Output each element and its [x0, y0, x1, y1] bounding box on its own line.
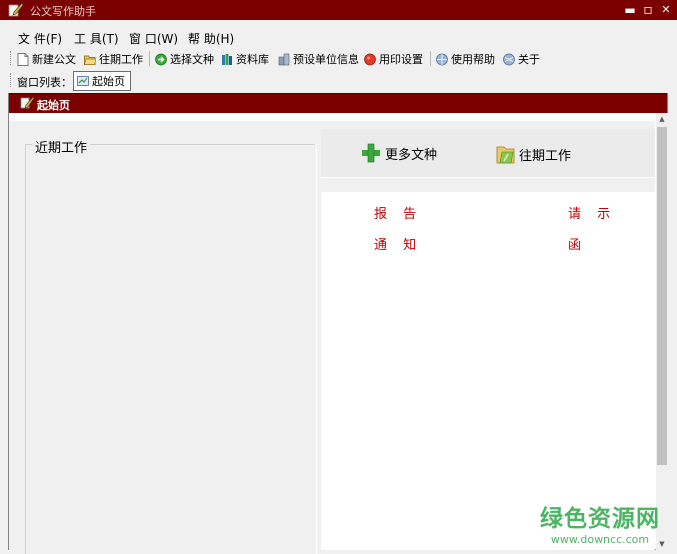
window-list-bar: 窗口列表： 起始页 — [0, 70, 677, 92]
toolbar-grip[interactable] — [10, 51, 13, 65]
seal-settings-label: 用印设置 — [379, 53, 423, 66]
doc-type-report[interactable]: 报 告 — [374, 203, 422, 222]
window-list-grip[interactable] — [10, 73, 13, 87]
watermark: 绿色资源网 www.downcc.com — [540, 499, 660, 546]
help-button[interactable]: 使用帮助 — [436, 51, 495, 67]
menu-help[interactable]: 帮 助(H) — [188, 30, 234, 47]
select-type-button[interactable]: 选择文种 — [155, 51, 214, 67]
watermark-url: www.downcc.com — [550, 533, 650, 546]
new-doc-button[interactable]: 新建公文 — [17, 51, 76, 67]
start-page-icon — [77, 76, 89, 86]
green-plus-icon — [362, 143, 380, 163]
help-label: 使用帮助 — [451, 53, 495, 66]
document-window: 起始页 近期工作 更多文种 往期工作 报 告 请 示 通 知 函 ▲ ▼ — [8, 93, 668, 554]
about-label: 关于 — [518, 53, 540, 66]
doc-type-letter[interactable]: 函 — [568, 234, 587, 253]
menu-window[interactable]: 窗 口(W) — [129, 30, 178, 47]
open-folder-icon — [84, 55, 96, 65]
toolbar-separator — [149, 51, 150, 66]
recent-work-group — [25, 144, 317, 554]
toolbar: 新建公文 往期工作 选择文种 资料库 预设单位信息 用印设置 使用帮助 关于 — [0, 48, 677, 68]
recent-work-label: 近期工作 — [32, 137, 91, 156]
green-arrow-icon — [155, 53, 167, 65]
menu-tools[interactable]: 工 具(T) — [74, 30, 119, 47]
window-list-label: 窗口列表： — [17, 76, 72, 89]
vertical-scrollbar[interactable]: ▲ ▼ — [656, 113, 668, 550]
about-globe-icon — [503, 53, 515, 65]
watermark-title: 绿色资源网 — [540, 506, 660, 532]
minimize-button[interactable]: ▬ — [622, 2, 638, 18]
scroll-up-arrow-icon[interactable]: ▲ — [656, 113, 668, 125]
red-seal-icon — [364, 53, 376, 65]
about-button[interactable]: 关于 — [503, 51, 540, 67]
seal-settings-button[interactable]: 用印设置 — [364, 51, 423, 67]
start-page-panel: 近期工作 更多文种 往期工作 报 告 请 示 通 知 函 — [9, 121, 655, 554]
doc-type-notice[interactable]: 通 知 — [374, 234, 422, 253]
menu-bar: 文 件(F) 工 具(T) 窗 口(W) 帮 助(H) — [0, 22, 677, 48]
help-globe-icon — [436, 53, 448, 65]
folder-document-icon — [496, 146, 515, 164]
building-icon — [278, 53, 290, 65]
books-icon — [222, 53, 232, 65]
new-doc-label: 新建公文 — [32, 53, 76, 66]
right-panel-header: 更多文种 往期工作 — [321, 129, 655, 178]
maximize-button[interactable]: ▫ — [640, 2, 656, 18]
preset-org-label: 预设单位信息 — [293, 53, 359, 66]
start-page-content: 近期工作 更多文种 往期工作 报 告 请 示 通 知 函 ▲ ▼ — [9, 113, 668, 554]
doc-type-request[interactable]: 请 示 — [568, 203, 616, 222]
library-button[interactable]: 资料库 — [221, 51, 269, 67]
toolbar-separator — [430, 51, 431, 66]
past-work-label: 往期工作 — [99, 53, 143, 66]
past-work-panel-button[interactable]: 往期工作 — [496, 143, 571, 165]
title-bar: 公文写作助手 ▬ ▫ ✕ — [0, 0, 677, 20]
close-button[interactable]: ✕ — [658, 2, 674, 18]
document-type-list — [321, 192, 655, 550]
window-tab-start-page[interactable]: 起始页 — [73, 71, 131, 91]
window-tab-label: 起始页 — [92, 75, 125, 88]
document-title-bar: 起始页 — [9, 93, 667, 113]
menu-file[interactable]: 文 件(F) — [18, 30, 62, 47]
past-work-panel-label: 往期工作 — [519, 148, 572, 164]
window-title: 公文写作助手 — [30, 5, 96, 18]
document-title: 起始页 — [37, 99, 70, 112]
select-type-label: 选择文种 — [170, 53, 214, 66]
new-document-icon — [17, 52, 29, 66]
past-work-button[interactable]: 往期工作 — [84, 51, 143, 67]
scrollbar-thumb[interactable] — [657, 127, 667, 465]
more-types-label: 更多文种 — [385, 147, 438, 163]
pen-app-icon — [8, 2, 24, 17]
preset-org-button[interactable]: 预设单位信息 — [278, 51, 359, 67]
library-label: 资料库 — [236, 53, 269, 66]
more-types-button[interactable]: 更多文种 — [361, 143, 437, 163]
pen-doc-icon — [20, 96, 34, 109]
